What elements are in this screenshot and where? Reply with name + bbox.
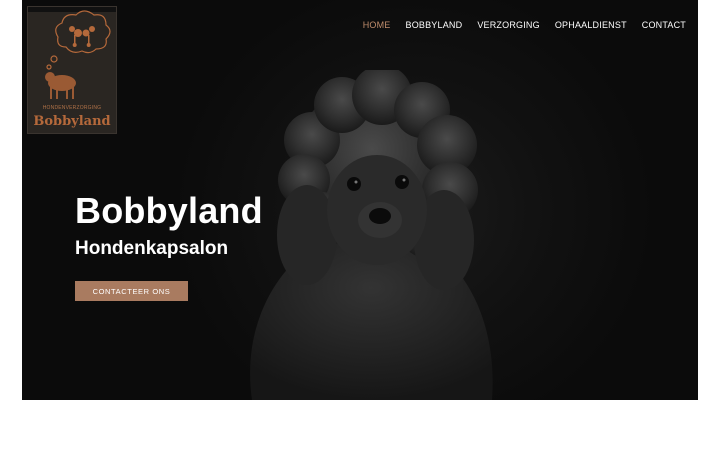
nav-item-home[interactable]: HOME <box>363 20 391 30</box>
main-nav: HOME BOBBYLAND VERZORGING OPHAALDIENST C… <box>363 20 686 30</box>
nav-item-verzorging[interactable]: VERZORGING <box>477 20 540 30</box>
hero-subtitle: Hondenkapsalon <box>75 238 229 259</box>
poodle-puppy-image <box>250 70 493 400</box>
nav-item-bobbyland[interactable]: BOBBYLAND <box>406 20 463 30</box>
contact-button[interactable]: CONTACTEER ONS <box>75 281 188 301</box>
poodle-thought-bubble-icon <box>45 10 111 99</box>
site-logo[interactable]: HONDENVERZORGING Bobbyland <box>27 6 117 134</box>
logo-brand: Bobbyland <box>33 114 111 129</box>
hero-section: HONDENVERZORGING Bobbyland HOME BOBBYLAN… <box>22 0 698 400</box>
nav-item-ophaaldienst[interactable]: OPHAALDIENST <box>555 20 627 30</box>
nav-item-contact[interactable]: CONTACT <box>642 20 686 30</box>
hero-title: Bobbyland <box>75 190 263 231</box>
logo-tagline: HONDENVERZORGING <box>42 105 102 111</box>
